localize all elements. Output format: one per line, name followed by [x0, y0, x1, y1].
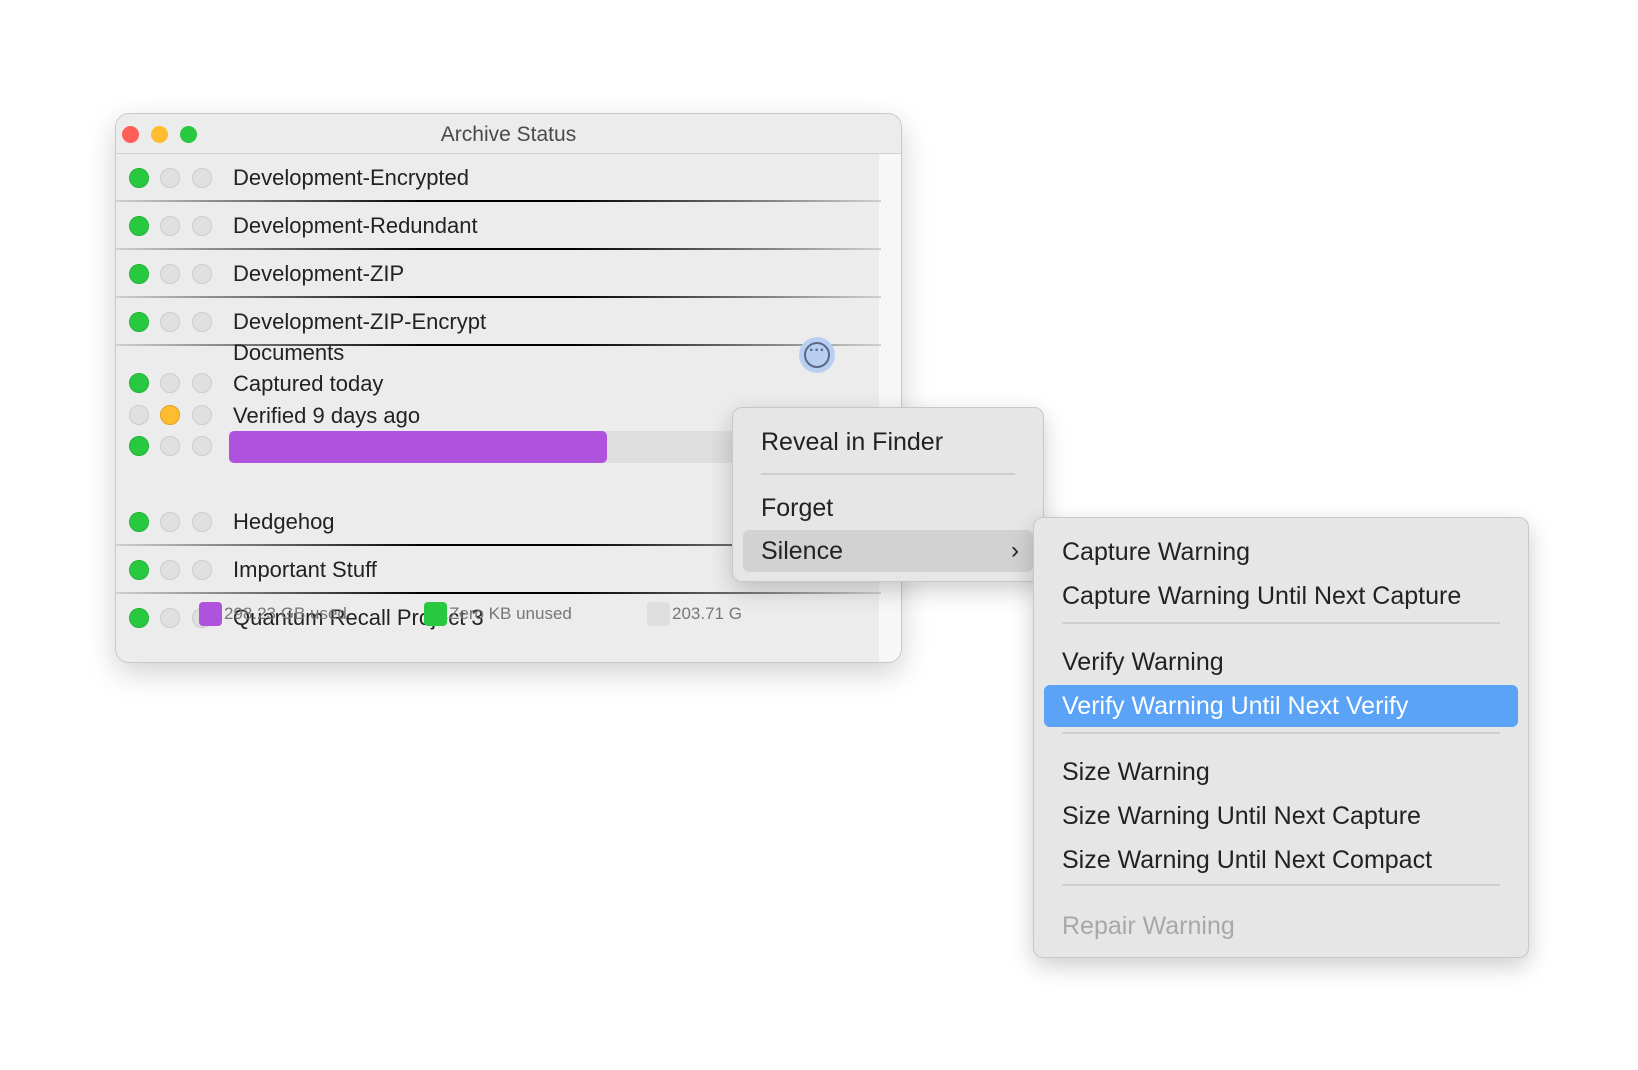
submenu-item[interactable]: Capture Warning: [1044, 531, 1518, 573]
archive-name: Development-ZIP: [233, 261, 405, 286]
status-dot: [192, 373, 212, 393]
row-divider: [116, 344, 881, 346]
status-dot: [129, 405, 149, 425]
archive-row[interactable]: Development-Encrypted: [116, 154, 881, 202]
free-swatch: [647, 602, 670, 626]
status-dot: [129, 608, 149, 628]
menu-item-forget[interactable]: Forget: [743, 487, 1033, 529]
archive-row[interactable]: Development-Redundant: [116, 202, 881, 250]
row-divider: [116, 248, 881, 250]
unused-swatch: [424, 602, 447, 626]
unused-label: Zero KB unused: [449, 604, 572, 623]
status-dot: [129, 264, 149, 284]
status-dot: [192, 512, 212, 532]
ellipsis-circle-icon[interactable]: ···: [799, 337, 835, 373]
status-dot: [160, 312, 180, 332]
status-dot: [160, 436, 180, 456]
status-dot: [192, 216, 212, 236]
menu-separator: [1062, 622, 1500, 624]
submenu-item[interactable]: Verify Warning: [1044, 641, 1518, 683]
menu-item-reveal-in-finder[interactable]: Reveal in Finder: [743, 421, 1033, 463]
status-dot: [160, 560, 180, 580]
submenu-item[interactable]: Size Warning Until Next Compact: [1044, 839, 1518, 881]
status-dot: [160, 168, 180, 188]
verify-status-dot: [160, 405, 180, 425]
status-dot: [160, 608, 180, 628]
archive-name: Development-Encrypted: [233, 165, 470, 190]
archive-row[interactable]: Development-ZIP-Encrypt: [116, 298, 881, 346]
row-divider: [116, 296, 881, 298]
silence-submenu: Capture Warning Capture Warning Until Nex…: [1033, 517, 1529, 958]
status-dot: [192, 264, 212, 284]
capture-status: Captured today: [233, 371, 384, 396]
menu-item-label: Silence: [761, 537, 843, 565]
capture-status-dot: [129, 373, 149, 393]
row-divider: [116, 592, 881, 594]
window-title: Archive Status: [440, 123, 577, 146]
row-divider: [116, 200, 881, 202]
archive-name: Development-ZIP-Encrypt: [233, 309, 487, 334]
submenu-item[interactable]: Verify Warning Until Next Verify: [1044, 685, 1518, 727]
chevron-right-icon: ›: [1011, 537, 1019, 564]
used-label: 298.23 GB used: [224, 604, 347, 623]
submenu-item[interactable]: Size Warning: [1044, 751, 1518, 793]
status-dot: [160, 216, 180, 236]
status-dot: [192, 560, 212, 580]
status-dot: [129, 216, 149, 236]
archive-name: Development-Redundant: [233, 213, 478, 238]
status-dot: [160, 373, 180, 393]
status-dot: [129, 512, 149, 532]
status-dot: [192, 405, 212, 425]
status-dot: [129, 560, 149, 580]
menu-separator: [1062, 732, 1500, 734]
submenu-item: Repair Warning: [1062, 912, 1235, 940]
free-label: 203.71 G: [672, 604, 742, 623]
submenu-item[interactable]: Capture Warning Until Next Capture: [1044, 575, 1518, 617]
archive-name: Hedgehog: [233, 509, 335, 534]
title-bar: Archive Status: [116, 114, 901, 154]
status-dot: [129, 312, 149, 332]
context-menu: Reveal in Finder Forget Silence ›: [732, 407, 1044, 582]
archive-name: Important Stuff: [233, 557, 377, 582]
menu-item-silence[interactable]: Silence ›: [743, 530, 1033, 572]
menu-separator: [761, 473, 1015, 475]
status-dot: [192, 168, 212, 188]
status-dot: [192, 436, 212, 456]
status-dot: [160, 512, 180, 532]
used-swatch: [199, 602, 222, 626]
usage-bar-used: [229, 431, 607, 463]
menu-separator: [1062, 884, 1500, 886]
archive-name: Documents: [233, 340, 345, 365]
submenu-item[interactable]: Size Warning Until Next Capture: [1044, 795, 1518, 837]
size-status-dot: [129, 436, 149, 456]
status-dot: [192, 312, 212, 332]
verify-status: Verified 9 days ago: [233, 403, 421, 428]
status-dot: [160, 264, 180, 284]
status-dot: [129, 168, 149, 188]
archive-row[interactable]: Development-ZIP: [116, 250, 881, 298]
